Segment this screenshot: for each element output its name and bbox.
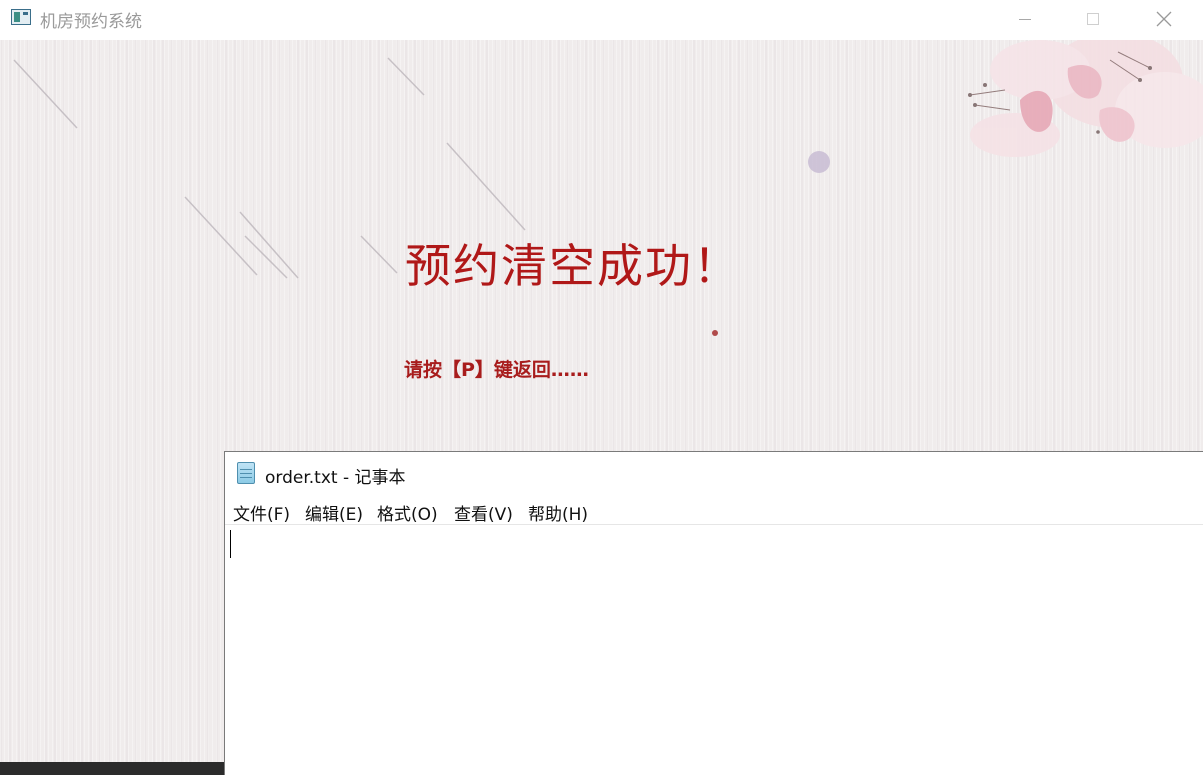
success-message: 预约清空成功！ xyxy=(405,239,741,293)
menu-file[interactable]: 文件(F) xyxy=(233,500,290,525)
notepad-titlebar[interactable]: order.txt - 记事本 xyxy=(225,452,1203,494)
close-icon xyxy=(1156,11,1172,27)
notepad-title: order.txt - 记事本 xyxy=(265,468,406,488)
notepad-editor[interactable] xyxy=(225,526,1203,774)
text-caret xyxy=(230,530,231,558)
menu-help[interactable]: 帮助(H) xyxy=(528,500,588,525)
menu-edit[interactable]: 编辑(E) xyxy=(305,500,363,525)
flower-decoration xyxy=(968,40,1203,157)
maximize-button[interactable] xyxy=(1070,0,1116,38)
notepad-window[interactable]: order.txt - 记事本 文件(F) 编辑(E) 格式(O) 查看(V) … xyxy=(224,451,1203,775)
maximize-icon xyxy=(1087,13,1099,25)
return-hint: 请按【P】键返回…… xyxy=(404,359,589,381)
notepad-menubar: 文件(F) 编辑(E) 格式(O) 查看(V) 帮助(H) xyxy=(225,498,1203,525)
app-title: 机房预约系统 xyxy=(40,12,142,32)
minimize-button[interactable] xyxy=(1002,0,1048,38)
app-titlebar[interactable]: 机房预约系统 xyxy=(0,0,1203,40)
app-window-icon xyxy=(11,9,31,25)
menu-view[interactable]: 查看(V) xyxy=(454,500,513,525)
notepad-icon xyxy=(237,462,255,484)
close-button[interactable] xyxy=(1141,0,1187,38)
minimize-icon xyxy=(1019,18,1031,20)
menu-format[interactable]: 格式(O) xyxy=(377,500,438,525)
